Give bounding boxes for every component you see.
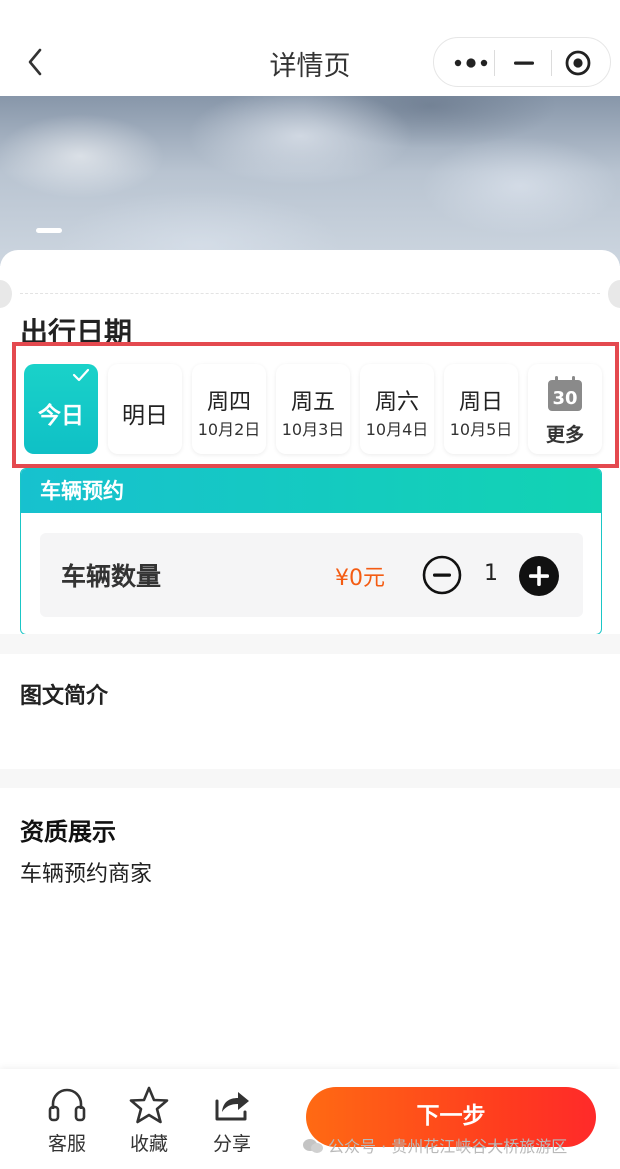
calendar-icon: 30 [548,376,582,411]
wechat-icon [303,1139,323,1153]
checkmark-icon [72,368,90,382]
favorite-button[interactable]: 收藏 [119,1085,179,1157]
quantity-value: 1 [484,561,498,586]
more-button[interactable] [452,51,490,75]
headset-icon [48,1088,86,1122]
navigation-bar: 详情页 [0,0,620,96]
tab-label: 客服 [47,1133,86,1155]
price-text: ¥0元 [335,566,385,591]
calendar-day-number: 30 [552,388,577,409]
intro-title: 图文简介 [20,684,109,709]
booking-title: 车辆预约 [21,469,601,513]
hero-banner-image[interactable] [0,96,620,266]
date-chip-saturday[interactable]: 周六 10月4日 [360,364,434,454]
minus-icon [514,61,534,65]
date-chip-weekday: 周四 [206,390,251,415]
intro-section: 图文简介 [0,654,620,769]
date-chip-friday[interactable]: 周五 10月3日 [276,364,350,454]
tab-label: 分享 [212,1133,251,1155]
decrease-button[interactable] [422,555,462,595]
close-button[interactable] [564,49,592,77]
minimize-button[interactable] [510,51,538,75]
tab-label: 收藏 [129,1133,168,1155]
section-gap [0,769,620,788]
plus-circle-icon [519,556,559,596]
customer-service-button[interactable]: 客服 [37,1085,97,1157]
date-chip-label: 明日 [122,403,168,429]
date-chip-sunday[interactable]: 周日 10月5日 [444,364,518,454]
date-chip-weekday: 周五 [290,390,335,415]
bottom-action-bar: 客服 收藏 分享 下一步 公众号 · 贵州花江峡谷大桥旅游区 [0,1069,620,1169]
card-notch-right [608,280,620,308]
mini-program-capsule [433,37,611,87]
date-chip-label: 今日 [38,403,84,429]
date-chip-date: 10月3日 [281,420,345,439]
target-icon [565,50,591,76]
quantity-label: 车辆数量 [61,562,162,591]
section-gap [0,634,620,654]
share-button[interactable]: 分享 [202,1085,262,1157]
vehicle-quantity-row: 车辆数量 ¥0元 1 [40,533,583,617]
dashed-divider [20,293,600,294]
date-chip-weekday: 周六 [374,390,419,415]
watermark: 公众号 · 贵州花江峡谷大桥旅游区 [302,1133,620,1157]
date-chip-date: 10月2日 [197,420,261,439]
travel-date-heading: 出行日期 [20,316,133,342]
date-chip-today[interactable]: 今日 [24,364,98,454]
vehicle-booking-panel: 车辆预约 车辆数量 ¥0元 1 [20,468,602,635]
qualification-title: 资质展示 [20,818,116,846]
date-chip-thursday[interactable]: 周四 10月2日 [192,364,266,454]
qualification-text: 车辆预约商家 [20,862,153,887]
capsule-divider [494,50,495,76]
minus-circle-icon [422,555,462,595]
qualification-section: 资质展示 车辆预约商家 [0,788,620,1068]
date-chip-date: 10月4日 [365,420,429,439]
share-icon [215,1092,249,1121]
date-chip-weekday: 周日 [458,390,503,415]
capsule-divider [551,50,552,76]
date-picker-row: 今日 明日 周四 10月2日 周五 10月3日 周六 10月4日 周日 10月5… [12,342,620,468]
date-chip-date: 10月5日 [449,420,513,439]
more-dates-button[interactable]: 30 更多 [528,364,602,454]
more-dates-label: 更多 [545,424,584,446]
banner-indicator [36,228,62,233]
watermark-text: 公众号 · 贵州花江峡谷大桥旅游区 [328,1137,568,1156]
date-chip-tomorrow[interactable]: 明日 [108,364,182,454]
increase-button[interactable] [518,555,560,597]
more-dots-icon [454,58,488,68]
star-icon [129,1086,169,1124]
card-notch-left [0,280,12,308]
